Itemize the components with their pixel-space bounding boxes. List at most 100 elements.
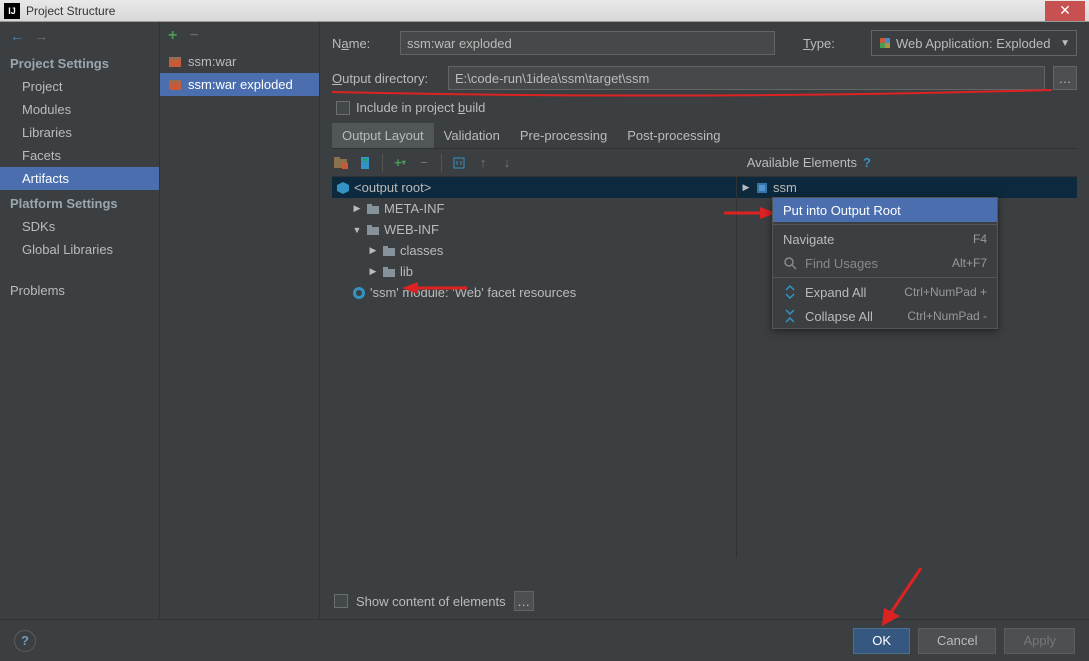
module-icon [755,181,769,195]
name-label: Name: [332,36,392,51]
tab-postprocessing[interactable]: Post-processing [617,123,730,148]
ctx-shortcut: Ctrl+NumPad + [904,285,987,299]
artifact-label: ssm:war exploded [188,77,293,92]
ctx-label: Put into Output Root [783,203,901,218]
move-down-icon[interactable]: ↓ [498,154,516,172]
artifact-entry[interactable]: ssm:war exploded [160,73,319,96]
tree-root[interactable]: <output root> [332,177,736,198]
help-button[interactable]: ? [14,630,36,652]
new-archive-icon[interactable] [356,154,374,172]
tab-output-layout[interactable]: Output Layout [332,123,434,148]
tree-folder[interactable]: ▼ WEB-INF [332,219,736,240]
artifact-entry[interactable]: ssm:war [160,50,319,73]
war-icon [168,78,182,92]
sidebar-heading-project: Project Settings [0,50,159,75]
cancel-button[interactable]: Cancel [918,628,996,654]
output-layout-tree[interactable]: <output root> ▶ META-INF ▼ WEB-INF ▶ cla… [332,177,737,557]
intellij-icon: IJ [4,3,20,19]
browse-button[interactable]: … [1053,66,1077,90]
tree-facet[interactable]: 'ssm' module: 'Web' facet resources [332,282,736,303]
expand-icon[interactable]: ▶ [352,203,362,214]
tree-label: 'ssm' module: 'Web' facet resources [370,285,576,300]
ctx-put-into-output-root[interactable]: Put into Output Root [773,198,997,222]
ctx-shortcut: F4 [973,232,987,246]
tree-folder-lib[interactable]: ▶ lib [332,261,736,282]
show-content-checkbox[interactable] [334,594,348,608]
ctx-collapse-all[interactable]: Collapse All Ctrl+NumPad - [773,304,997,328]
folder-icon [366,223,380,237]
sidebar-item-libraries[interactable]: Libraries [0,121,159,144]
close-button[interactable]: ✕ [1045,1,1085,21]
ctx-label: Collapse All [805,309,873,324]
add-copy-icon[interactable]: +▾ [391,154,409,172]
titlebar: IJ Project Structure ✕ [0,0,1089,22]
ok-button[interactable]: OK [853,628,910,654]
ctx-expand-all[interactable]: Expand All Ctrl+NumPad + [773,280,997,304]
ctx-shortcut: Ctrl+NumPad - [907,309,987,323]
tree-label: classes [400,243,443,258]
type-select[interactable]: Web Application: Exploded ▼ [871,30,1077,56]
sidebar-item-project[interactable]: Project [0,75,159,98]
help-icon[interactable]: ? [863,155,871,170]
war-icon [168,55,182,69]
tab-preprocessing[interactable]: Pre-processing [510,123,617,148]
ctx-label: Find Usages [805,256,878,271]
add-artifact-button[interactable]: + [168,27,177,45]
layout-toolbar: +▾ − ↑ ↓ Available Elements ? [332,149,1077,177]
web-facet-icon [352,286,366,300]
remove-icon[interactable]: − [415,154,433,172]
collapse-icon[interactable]: ▼ [352,225,362,235]
sidebar-item-sdks[interactable]: SDKs [0,215,159,238]
name-input[interactable] [400,31,775,55]
new-folder-icon[interactable] [332,154,350,172]
expand-all-icon [783,285,797,299]
settings-sidebar: ← → Project Settings Project Modules Lib… [0,22,160,618]
folder-icon [366,202,380,216]
folder-icon [382,244,396,258]
tree-folder[interactable]: ▶ classes [332,240,736,261]
artifact-label: ssm:war [188,54,236,69]
output-root-icon [336,181,350,195]
ctx-find-usages[interactable]: Find Usages Alt+F7 [773,251,997,275]
chevron-down-icon: ▼ [1060,38,1070,49]
move-up-icon[interactable]: ↑ [474,154,492,172]
ctx-navigate[interactable]: Navigate F4 [773,227,997,251]
avail-module[interactable]: ▶ ssm [737,177,1077,198]
window-title: Project Structure [26,4,115,18]
show-content-label: Show content of elements [356,594,506,609]
remove-artifact-button[interactable]: − [189,27,198,45]
ctx-label: Expand All [805,285,866,300]
tree-label: WEB-INF [384,222,439,237]
tree-label: <output root> [354,180,431,195]
type-value: Web Application: Exploded [896,36,1060,51]
back-arrow-icon[interactable]: ← [10,28,24,44]
puzzle-icon [878,36,892,50]
sidebar-item-global-libraries[interactable]: Global Libraries [0,238,159,261]
artifact-list: + − ssm:war ssm:war exploded [160,22,320,618]
separator [773,277,997,278]
search-icon [783,256,797,270]
sidebar-heading-platform: Platform Settings [0,190,159,215]
expand-icon[interactable]: ▶ [368,245,378,256]
tree-label: META-INF [384,201,444,216]
outdir-label: Output directory: [332,71,440,86]
separator [773,224,997,225]
sidebar-item-problems[interactable]: Problems [0,279,159,302]
tree-folder[interactable]: ▶ META-INF [332,198,736,219]
sidebar-item-facets[interactable]: Facets [0,144,159,167]
show-content-row: Show content of elements … [334,591,1077,611]
available-elements-label: Available Elements [747,155,857,170]
show-content-browse[interactable]: … [514,591,534,611]
outdir-input[interactable] [448,66,1045,90]
type-label: Type: [803,36,863,51]
sidebar-item-modules[interactable]: Modules [0,98,159,121]
context-menu: Put into Output Root Navigate F4 Find Us… [772,197,998,329]
tab-validation[interactable]: Validation [434,123,510,148]
apply-button[interactable]: Apply [1004,628,1075,654]
expand-icon[interactable]: ▶ [741,182,751,193]
sort-icon[interactable] [450,154,468,172]
folder-icon [382,265,396,279]
expand-icon[interactable]: ▶ [368,266,378,277]
include-checkbox[interactable] [336,101,350,115]
sidebar-item-artifacts[interactable]: Artifacts [0,167,159,190]
